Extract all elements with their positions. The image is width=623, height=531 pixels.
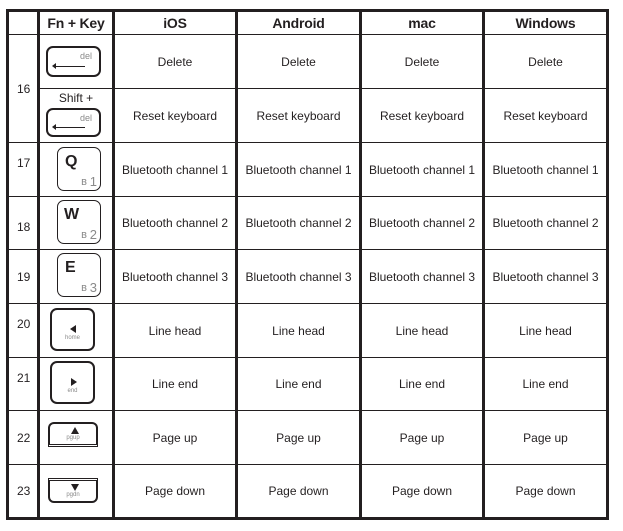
end-key-icon: end (50, 361, 95, 404)
function-cell-ios: Line head (148, 323, 202, 338)
e-bluetooth-3-key-icon: E ʙ 3 (57, 253, 101, 297)
delete-key-icon: del (46, 46, 101, 77)
row-number: 22 (17, 430, 31, 445)
function-cell-windows: Page up (523, 430, 568, 445)
grid-line (37, 9, 40, 520)
shift-delete-key-icon: del (46, 108, 101, 137)
function-cell-windows: Bluetooth channel 2 (492, 216, 599, 230)
row-number: 19 (17, 270, 31, 284)
row-number: 17 (17, 156, 31, 170)
bluetooth-channel-number: 2 (89, 227, 97, 242)
bluetooth-icon: ʙ (81, 176, 87, 188)
keyboard-shortcut-table: Fn + Key iOS Android mac Windows 16 17 1… (6, 9, 609, 520)
grid-line (6, 517, 609, 520)
header-android: Android (272, 15, 325, 31)
function-cell-windows: Page down (515, 484, 576, 498)
function-cell-android: Reset keyboard (256, 108, 341, 123)
function-cell-android: Bluetooth channel 2 (245, 216, 352, 230)
function-cell-android: Line head (272, 323, 325, 338)
page-up-key-icon: pgup (48, 422, 98, 447)
function-cell-windows: Delete (528, 54, 563, 69)
function-cell-ios: Page down (144, 484, 206, 498)
function-cell-ios: Bluetooth channel 1 (121, 162, 229, 177)
function-cell-mac: Bluetooth channel 3 (368, 269, 476, 284)
header-windows: Windows (515, 15, 576, 31)
q-bluetooth-1-key-icon: Q ʙ 1 (57, 147, 101, 191)
w-bluetooth-2-key-icon: W ʙ 2 (57, 200, 101, 244)
bluetooth-channel-number: 1 (89, 174, 97, 189)
row-number: 21 (17, 371, 31, 385)
function-cell-android: Page up (276, 430, 321, 445)
header-mac: mac (408, 15, 436, 31)
function-cell-windows: Bluetooth channel 3 (492, 269, 599, 284)
function-cell-windows: Line end (522, 377, 569, 391)
function-cell-mac: Line end (398, 377, 446, 391)
function-cell-mac: Delete (404, 54, 440, 69)
function-cell-windows: Reset keyboard (503, 108, 588, 123)
bluetooth-channel-number: 3 (89, 280, 97, 295)
page-down-key-icon: pgdn (48, 478, 98, 503)
row-number: 20 (17, 317, 31, 331)
function-cell-android: Bluetooth channel 3 (245, 269, 352, 284)
grid-line (606, 9, 609, 520)
function-cell-windows: Bluetooth channel 1 (492, 162, 599, 177)
function-cell-android: Page down (268, 484, 329, 498)
row-number: 18 (17, 220, 31, 234)
function-cell-mac: Line head (395, 323, 449, 338)
header-ios: iOS (163, 15, 187, 31)
function-cell-windows: Line head (519, 323, 572, 338)
function-cell-mac: Page down (391, 484, 453, 498)
function-cell-android: Delete (281, 54, 316, 69)
header-number (9, 12, 37, 34)
function-cell-ios: Delete (157, 54, 193, 69)
bluetooth-icon: ʙ (81, 282, 87, 294)
function-cell-ios: Page up (152, 430, 198, 445)
row-number: 16 (17, 81, 31, 96)
bluetooth-icon: ʙ (81, 229, 87, 241)
function-cell-mac: Reset keyboard (379, 108, 465, 123)
function-cell-ios: Reset keyboard (132, 108, 218, 123)
function-cell-ios: Bluetooth channel 3 (121, 269, 229, 284)
function-cell-mac: Bluetooth channel 1 (368, 162, 476, 177)
shift-prefix-label: Shift + (58, 91, 94, 105)
function-cell-ios: Bluetooth channel 2 (121, 216, 229, 230)
function-cell-android: Bluetooth channel 1 (245, 162, 352, 177)
function-cell-ios: Line end (151, 377, 199, 391)
function-cell-mac: Page up (399, 430, 445, 445)
function-cell-mac: Bluetooth channel 2 (368, 216, 476, 230)
function-cell-android: Line end (275, 377, 322, 391)
row-number: 23 (17, 484, 31, 498)
home-key-icon: home (50, 308, 95, 351)
header-fn-key: Fn + Key (47, 15, 105, 31)
